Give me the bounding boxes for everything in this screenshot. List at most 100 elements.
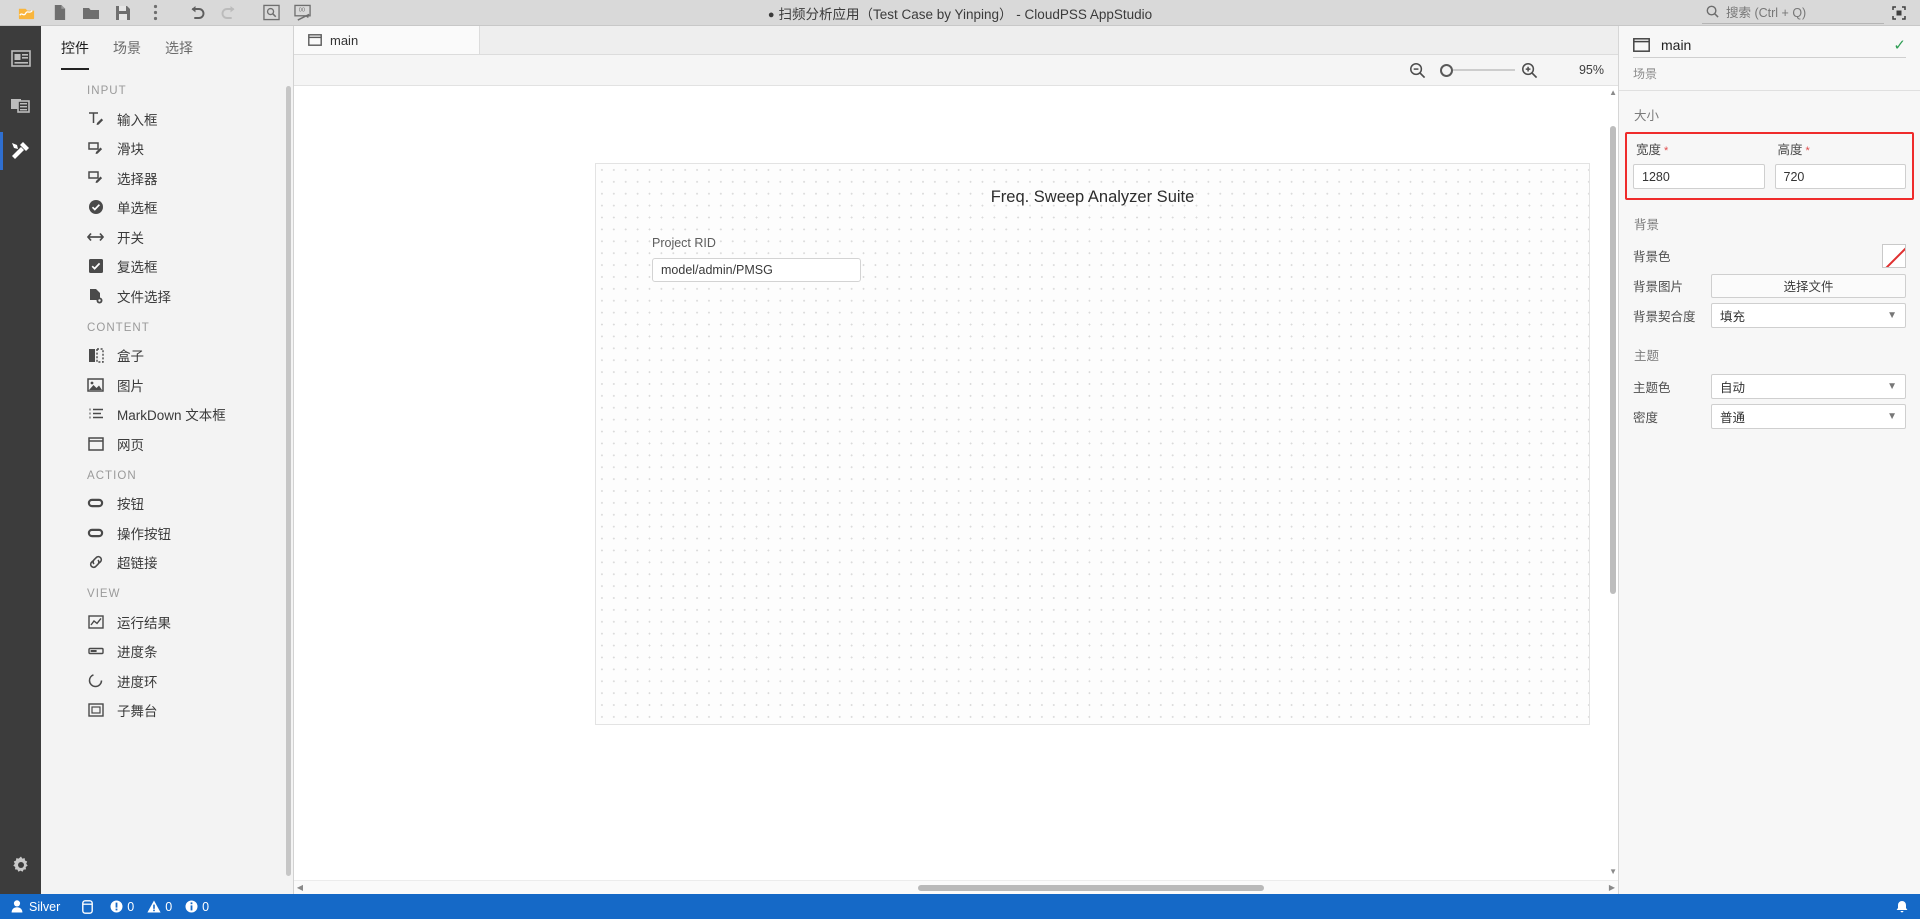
palette-item-substage[interactable]: 子舞台 (41, 696, 293, 726)
zoom-slider-handle[interactable] (1440, 63, 1453, 77)
app-logo-icon[interactable] (10, 1, 42, 25)
theme-color-select[interactable]: 自动 ▼ (1711, 374, 1906, 399)
palette-scrollbar[interactable] (286, 86, 291, 876)
undo-icon[interactable] (182, 1, 212, 25)
palette-item-selector[interactable]: 选择器 (41, 163, 293, 193)
chevron-down-icon: ▼ (1887, 411, 1897, 422)
palette-item-image[interactable]: 图片 (41, 370, 293, 400)
warning-icon (147, 900, 161, 913)
palette-item-action-button[interactable]: 操作按钮 (41, 518, 293, 548)
palette-item-file-picker[interactable]: 文件选择 (41, 281, 293, 311)
height-input[interactable]: 720 (1774, 164, 1906, 189)
palette-item-checkbox[interactable]: 复选框 (41, 252, 293, 282)
canvas-vertical-scrollbar[interactable] (1610, 126, 1616, 594)
size-section-title: 大小 (1634, 109, 1660, 123)
rail-tools[interactable] (0, 128, 41, 174)
search-placeholder: 搜索 (Ctrl + Q) (1726, 6, 1807, 20)
editor-area: main 95% Freq. Sweep Analyzer Suite Proj… (294, 26, 1618, 894)
density-select[interactable]: 普通 ▼ (1711, 404, 1906, 429)
stage-surface[interactable]: Freq. Sweep Analyzer Suite Project RID m… (595, 163, 1590, 725)
stage-field-project-rid: Project RID model/admin/PMSG (652, 236, 861, 282)
new-file-icon[interactable] (44, 1, 74, 25)
palette-item-progress-ring[interactable]: 进度环 (41, 666, 293, 696)
background-fit-value: 填充 (1720, 310, 1746, 324)
tab-select[interactable]: 选择 (153, 38, 205, 70)
theme-color-label: 主题色 (1633, 381, 1671, 395)
palette-item-hyperlink[interactable]: 超链接 (41, 548, 293, 578)
palette-item-label: 进度条 (117, 645, 158, 661)
zoom-in-button[interactable] (1515, 62, 1544, 79)
palette-item-box[interactable]: 盒子 (41, 341, 293, 371)
redo-icon[interactable] (214, 1, 244, 25)
status-user[interactable]: Silver (0, 894, 71, 919)
stage-icon (308, 34, 322, 46)
publish-icon[interactable]: 00 (288, 1, 318, 25)
size-fields-highlight: 宽度 * 1280 高度 * 720 (1625, 132, 1914, 200)
canvas[interactable]: Freq. Sweep Analyzer Suite Project RID m… (294, 86, 1618, 894)
maximize-window-button[interactable] (1884, 1, 1914, 25)
palette-item-markdown[interactable]: MarkDown 文本框 (41, 400, 293, 430)
canvas-hscroll-thumb[interactable] (918, 884, 1264, 891)
zoom-out-button[interactable] (1403, 62, 1432, 79)
rail-scene[interactable] (0, 82, 41, 128)
layout-icon (10, 50, 31, 67)
density-value: 普通 (1720, 411, 1746, 425)
preview-icon[interactable] (256, 1, 286, 25)
zoom-slider-track[interactable] (1453, 69, 1515, 71)
background-color-row: 背景色 (1633, 241, 1906, 270)
status-warnings[interactable]: 0 (147, 900, 172, 914)
hyperlink-icon (87, 554, 104, 571)
width-field-group: 宽度 * 1280 (1633, 139, 1765, 189)
settings-button[interactable] (0, 842, 41, 888)
palette-item-radio[interactable]: 单选框 (41, 193, 293, 223)
canvas-scroll-up-arrow[interactable]: ▲ (1609, 88, 1617, 97)
inspector-name-input[interactable]: main (1661, 37, 1882, 53)
search-input[interactable]: 搜索 (Ctrl + Q) (1702, 1, 1884, 24)
status-errors[interactable]: 0 (110, 900, 134, 914)
palette-item-label: 操作按钮 (117, 526, 171, 542)
tab-scenes[interactable]: 场景 (101, 38, 153, 70)
open-folder-icon[interactable] (76, 1, 106, 25)
more-options-icon[interactable] (140, 1, 170, 25)
canvas-toolbar: 95% (294, 55, 1618, 86)
status-bar: Silver 0 0 0 (0, 894, 1920, 919)
document-tab-main[interactable]: main (294, 26, 480, 54)
check-icon[interactable]: ✓ (1893, 36, 1906, 54)
choose-file-button[interactable]: 选择文件 (1711, 273, 1906, 298)
background-fit-select[interactable]: 填充 ▼ (1711, 303, 1906, 328)
save-icon[interactable] (108, 1, 138, 25)
text-input-icon (87, 110, 104, 127)
height-label: 高度 * (1775, 139, 1907, 164)
zoom-slider[interactable] (1432, 63, 1515, 77)
canvas-scroll-right-arrow[interactable]: ▶ (1606, 883, 1618, 892)
canvas-horizontal-scrollbar[interactable]: ◀ ▶ (294, 880, 1618, 894)
canvas-scroll-left-arrow[interactable]: ◀ (294, 883, 306, 892)
stage-icon (1633, 38, 1650, 52)
status-database[interactable] (71, 894, 104, 919)
status-error-count: 0 (127, 899, 135, 914)
rail-layout[interactable] (0, 36, 41, 82)
palette-item-result[interactable]: 运行结果 (41, 607, 293, 637)
palette-item-switch[interactable]: 开关 (41, 222, 293, 252)
background-color-label: 背景色 (1633, 250, 1671, 264)
tab-widgets[interactable]: 控件 (49, 38, 101, 70)
palette-item-label: 输入框 (117, 112, 158, 128)
palette-item-slider[interactable]: 滑块 (41, 134, 293, 164)
palette-item-button[interactable]: 按钮 (41, 489, 293, 519)
tools-icon (12, 142, 29, 159)
width-input[interactable]: 1280 (1633, 164, 1765, 189)
palette-item-label: MarkDown 文本框 (117, 408, 226, 424)
title-bar-right: 搜索 (Ctrl + Q) (1702, 1, 1920, 25)
palette-group-title: VIEW (87, 588, 121, 600)
inspector-name-row[interactable]: main ✓ (1633, 36, 1906, 58)
palette-item-text-input[interactable]: 输入框 (41, 104, 293, 134)
project-rid-input[interactable]: model/admin/PMSG (652, 258, 861, 282)
action-button-icon (87, 524, 104, 541)
status-infos[interactable]: 0 (185, 900, 209, 914)
zoom-out-icon (1410, 62, 1426, 78)
background-color-swatch[interactable] (1882, 243, 1906, 268)
palette-item-webpage[interactable]: 网页 (41, 429, 293, 459)
notifications-button[interactable] (1884, 894, 1920, 919)
palette-item-progress-bar[interactable]: 进度条 (41, 637, 293, 667)
canvas-scroll-down-arrow[interactable]: ▼ (1609, 867, 1617, 876)
